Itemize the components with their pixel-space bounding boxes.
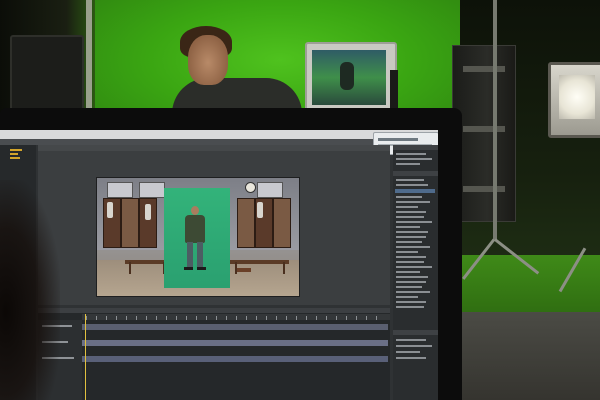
ruler-tick [96, 316, 97, 320]
timeline-ruler[interactable] [82, 314, 390, 320]
ruler-tick [136, 316, 137, 320]
layer-track[interactable] [82, 356, 388, 362]
studio-photo [0, 0, 600, 400]
layer-track[interactable] [82, 340, 388, 346]
timeline-header [38, 308, 390, 313]
ruler-tick [126, 316, 127, 320]
ruler-tick [236, 316, 237, 320]
ruler-tick [286, 316, 287, 320]
ruler-tick [216, 316, 217, 320]
ruler-tick [256, 316, 257, 320]
back-monitor-stand [390, 70, 398, 108]
ruler-tick [186, 316, 187, 320]
layer-track[interactable] [82, 324, 388, 330]
ruler-tick [206, 316, 207, 320]
tripod-pole [493, 0, 497, 240]
ruler-tick [176, 316, 177, 320]
studio-light [548, 62, 600, 138]
ruler-tick [146, 316, 147, 320]
ruler-tick [306, 316, 307, 320]
studio-floor [455, 312, 600, 400]
ruler-tick [326, 316, 327, 320]
ruler-tick [276, 316, 277, 320]
ruler-tick [316, 316, 317, 320]
composition-frame [96, 177, 300, 297]
ruler-tick [356, 316, 357, 320]
ruler-tick [266, 316, 267, 320]
ruler-tick [196, 316, 197, 320]
case-latch [463, 126, 505, 132]
ruler-tick [116, 316, 117, 320]
composition-tab[interactable] [38, 145, 390, 151]
case-latch [463, 186, 505, 192]
timeline-panel [38, 308, 390, 400]
left-light-box [10, 35, 84, 114]
back-monitor-screen [312, 50, 386, 105]
ruler-tick [346, 316, 347, 320]
ruler-tick [166, 316, 167, 320]
ruler-tick [376, 316, 377, 320]
ruler-tick [226, 316, 227, 320]
left-light-pole [86, 0, 92, 110]
person-head [188, 35, 228, 85]
clock-icon [245, 182, 256, 193]
ruler-tick [366, 316, 367, 320]
playhead[interactable] [85, 314, 86, 400]
ruler-tick [246, 316, 247, 320]
foreground-hair-blur [0, 180, 60, 400]
ruler-tick [156, 316, 157, 320]
case-latch [463, 66, 505, 72]
ruler-tick [296, 316, 297, 320]
ruler-tick [106, 316, 107, 320]
ruler-tick [336, 316, 337, 320]
effects-panel [393, 145, 438, 400]
ruler-tick [86, 316, 87, 320]
